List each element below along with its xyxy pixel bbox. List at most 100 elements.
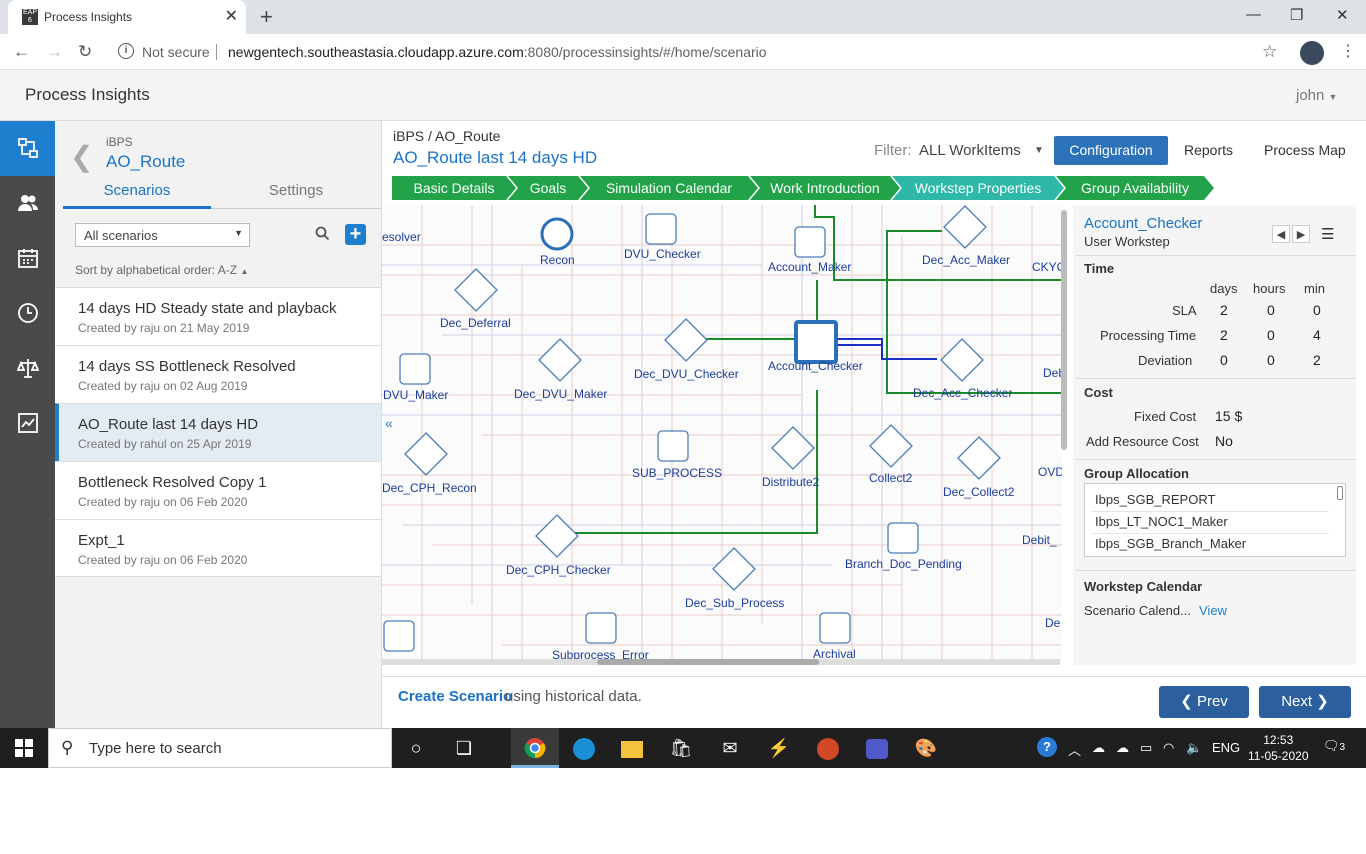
browser-tab[interactable]: EAP 6 Process Insights ✕: [8, 0, 246, 34]
node-label[interactable]: Dec_Acc_Maker: [922, 253, 1010, 267]
node-label[interactable]: Dec_DVU_Checker: [634, 367, 739, 381]
powerpoint-icon[interactable]: [804, 728, 852, 768]
sla-hours[interactable]: 0: [1267, 302, 1275, 318]
node-label[interactable]: Dec_Collect2: [943, 485, 1014, 499]
group-allocation-list[interactable]: Ibps_SGB_REPORT Ibps_LT_NOC1_Maker Ibps_…: [1084, 483, 1346, 557]
users-icon[interactable]: [0, 176, 55, 231]
reports-button[interactable]: Reports: [1184, 142, 1233, 158]
node-label[interactable]: De: [1045, 616, 1060, 630]
taskbar-search[interactable]: ⚲ Type here to search: [48, 728, 392, 768]
sla-days[interactable]: 2: [1220, 302, 1228, 318]
window-close-icon[interactable]: ✕: [1336, 6, 1349, 24]
info-icon[interactable]: i: [118, 43, 134, 59]
onedrive-icon[interactable]: ☁: [1092, 740, 1105, 756]
processing-days[interactable]: 2: [1220, 327, 1228, 343]
clock-icon[interactable]: [0, 286, 55, 341]
analytics-icon[interactable]: [0, 396, 55, 451]
step-work-introduction[interactable]: Work Introduction: [750, 176, 900, 200]
processing-min[interactable]: 4: [1313, 327, 1321, 343]
url-field[interactable]: i Not secure newgentech.southeastasia.cl…: [108, 38, 1294, 66]
windows-start-icon[interactable]: [0, 728, 48, 768]
language-indicator[interactable]: ENG: [1212, 740, 1240, 755]
user-menu[interactable]: john ▼: [1296, 87, 1337, 104]
scenario-item[interactable]: 14 days HD Steady state and playback Cre…: [55, 287, 381, 345]
group-item[interactable]: Ibps_LT_NOC1_Maker: [1095, 514, 1228, 529]
node-label[interactable]: Deb: [1043, 366, 1062, 380]
node-label[interactable]: Dec_Acc_Checker: [913, 386, 1012, 400]
node-label[interactable]: Account_Maker: [768, 260, 851, 274]
scenario-item[interactable]: 14 days SS Bottleneck Resolved Created b…: [55, 345, 381, 403]
step-goals[interactable]: Goals: [508, 176, 588, 200]
add-scenario-button[interactable]: +: [345, 224, 366, 245]
scenario-item[interactable]: Expt_1 Created by raju on 06 Feb 2020: [55, 519, 381, 577]
tab-scenarios[interactable]: Scenarios: [63, 182, 211, 209]
node-label[interactable]: Recon: [540, 253, 575, 267]
search-icon[interactable]: [315, 226, 330, 245]
canvas-vertical-scrollbar[interactable]: [1061, 210, 1067, 450]
list-icon[interactable]: ☰: [1321, 225, 1334, 243]
tray-expand-icon[interactable]: ︿: [1068, 740, 1081, 759]
node-label[interactable]: Distribute2: [762, 475, 819, 489]
back-chevron-icon[interactable]: ❮: [70, 140, 93, 173]
next-workstep-icon[interactable]: ▶: [1292, 225, 1310, 243]
notification-icon[interactable]: 🗨3: [1323, 738, 1345, 754]
add-resource-cost-value[interactable]: No: [1215, 433, 1233, 449]
prev-button[interactable]: ❮ Prev: [1159, 686, 1249, 718]
node-label[interactable]: Collect2: [869, 471, 912, 485]
scenario-item-selected[interactable]: AO_Route last 14 days HD Created by rahu…: [55, 403, 381, 461]
node-label[interactable]: DVU_Checker: [624, 247, 701, 261]
node-label[interactable]: Debit_: [1022, 533, 1057, 547]
sort-label[interactable]: Sort by alphabetical order: A-Z ▲: [75, 263, 248, 277]
sla-min[interactable]: 0: [1313, 302, 1321, 318]
prev-workstep-icon[interactable]: ◀: [1272, 225, 1290, 243]
taskbar-clock[interactable]: 12:53 11-05-2020: [1248, 732, 1309, 764]
step-simulation-calendar[interactable]: Simulation Calendar: [580, 176, 758, 200]
forward-icon[interactable]: →: [46, 42, 63, 62]
node-label[interactable]: Branch_Doc_Pending: [845, 557, 962, 571]
teams-icon[interactable]: [853, 728, 901, 768]
volume-icon[interactable]: 🔈: [1186, 740, 1202, 756]
filter-select[interactable]: ALL WorkItems: [919, 142, 1021, 159]
chevron-down-icon[interactable]: ▼: [1034, 145, 1044, 156]
restore-icon[interactable]: ❐: [1290, 6, 1303, 24]
menu-kebab-icon[interactable]: ⋮: [1340, 41, 1356, 61]
wifi-icon[interactable]: ◠: [1163, 740, 1174, 756]
balance-scale-icon[interactable]: [0, 341, 55, 396]
calendar-icon[interactable]: [0, 231, 55, 286]
scenario-filter-select[interactable]: All scenarios ▼: [75, 223, 250, 247]
close-tab-icon[interactable]: ✕: [225, 6, 238, 26]
task-view-icon[interactable]: ❏: [440, 728, 488, 768]
node-label[interactable]: Dec_Sub_Process: [685, 596, 784, 610]
scenario-item[interactable]: Bottleneck Resolved Copy 1 Created by ra…: [55, 461, 381, 519]
create-scenario-link[interactable]: Create Scenario: [398, 688, 512, 705]
profile-avatar[interactable]: [1300, 41, 1324, 65]
group-list-scrollbar[interactable]: [1337, 486, 1343, 500]
collapse-panel-icon[interactable]: «: [385, 415, 393, 431]
node-label[interactable]: Dec_Deferral: [440, 316, 511, 330]
canvas-horizontal-thumb[interactable]: [597, 659, 819, 665]
node-label[interactable]: DVU_Maker: [383, 388, 448, 402]
group-item[interactable]: Ibps_SGB_REPORT: [1095, 492, 1215, 507]
node-label[interactable]: CKYC: [1032, 260, 1062, 274]
store-icon[interactable]: 🛍: [657, 728, 705, 768]
reload-icon[interactable]: ↻: [78, 42, 92, 62]
next-button[interactable]: Next ❯: [1259, 686, 1351, 718]
fixed-cost-value[interactable]: 15 $: [1215, 408, 1242, 424]
battery-icon[interactable]: ▭: [1140, 740, 1152, 756]
step-group-availability[interactable]: Group Availability: [1056, 176, 1214, 200]
node-label[interactable]: Account_Checker: [768, 359, 863, 373]
process-map-button[interactable]: Process Map: [1264, 142, 1346, 158]
process-map-canvas[interactable]: esolver Recon DVU_Checker Account_Maker …: [382, 205, 1062, 665]
node-label[interactable]: Dec_CPH_Checker: [506, 563, 611, 577]
configuration-button[interactable]: Configuration: [1054, 136, 1168, 165]
tab-settings[interactable]: Settings: [211, 182, 381, 209]
file-explorer-icon[interactable]: [608, 728, 656, 768]
bookmark-star-icon[interactable]: ☆: [1262, 42, 1277, 62]
node-label[interactable]: Dec_DVU_Maker: [514, 387, 607, 401]
group-item[interactable]: Ibps_SGB_Branch_Maker: [1095, 536, 1246, 551]
node-label[interactable]: OVD: [1038, 465, 1062, 479]
node-label[interactable]: esolver: [382, 230, 421, 244]
help-icon[interactable]: ?: [1037, 737, 1057, 757]
minimize-icon[interactable]: —: [1246, 6, 1261, 23]
process-flow-icon[interactable]: [0, 121, 55, 176]
